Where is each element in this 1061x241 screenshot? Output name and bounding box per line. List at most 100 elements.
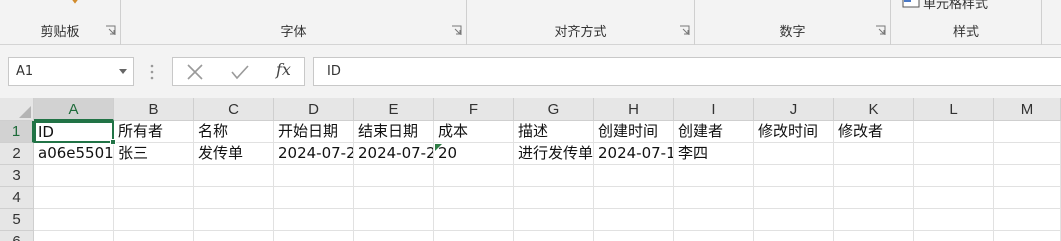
cell-k6[interactable] (834, 231, 914, 241)
cell-c3[interactable] (194, 165, 274, 187)
column-header-a[interactable]: A (34, 98, 114, 121)
cell-b1[interactable]: 所有者 (114, 121, 194, 143)
cell-j1[interactable]: 修改时间 (754, 121, 834, 143)
cell-k2[interactable] (834, 143, 914, 165)
dialog-launcher-icon[interactable] (105, 25, 116, 36)
paste-icon[interactable] (65, 0, 85, 8)
cell-b4[interactable] (114, 187, 194, 209)
cell-d3[interactable] (274, 165, 354, 187)
cell-f6[interactable] (434, 231, 514, 241)
cell-e6[interactable] (354, 231, 434, 241)
cell-k3[interactable] (834, 165, 914, 187)
chevron-down-icon[interactable] (119, 69, 127, 74)
cell-j6[interactable] (754, 231, 834, 241)
column-header-l[interactable]: L (914, 98, 994, 121)
cell-d5[interactable] (274, 209, 354, 231)
cell-styles-button[interactable]: 单元格样式 (923, 0, 988, 12)
cell-b6[interactable] (114, 231, 194, 241)
cell-c6[interactable] (194, 231, 274, 241)
cell-m6[interactable] (994, 231, 1061, 241)
spreadsheet-grid[interactable]: A B C D E F G H I J K L M 1 ID 所有者 名称 开始日期 结束日期 成本 描述 创建时间 创建者… (0, 98, 1061, 241)
row-header-6[interactable]: 6 (0, 231, 34, 241)
cell-a4[interactable] (34, 187, 114, 209)
cell-j4[interactable] (754, 187, 834, 209)
formula-input[interactable]: ID (313, 57, 1061, 86)
column-header-b[interactable]: B (114, 98, 194, 121)
cell-g6[interactable] (514, 231, 594, 241)
cell-m1[interactable] (994, 121, 1061, 143)
cell-m5[interactable] (994, 209, 1061, 231)
row-header-1[interactable]: 1 (0, 121, 34, 143)
cell-f2[interactable]: 20 (434, 143, 514, 165)
cell-l5[interactable] (914, 209, 994, 231)
cancel-icon[interactable] (185, 63, 205, 81)
cell-f4[interactable] (434, 187, 514, 209)
cell-a2[interactable]: a06e55017 (34, 143, 114, 165)
cell-d2[interactable]: 2024-07-2 (274, 143, 354, 165)
cell-g3[interactable] (514, 165, 594, 187)
cell-e1[interactable]: 结束日期 (354, 121, 434, 143)
column-header-g[interactable]: G (514, 98, 594, 121)
cell-l1[interactable] (914, 121, 994, 143)
cell-i2[interactable]: 李四 (674, 143, 754, 165)
cell-g2[interactable]: 进行发传单 (514, 143, 594, 165)
cell-c1[interactable]: 名称 (194, 121, 274, 143)
cell-j5[interactable] (754, 209, 834, 231)
column-header-e[interactable]: E (354, 98, 434, 121)
cell-h1[interactable]: 创建时间 (594, 121, 674, 143)
row-header-2[interactable]: 2 (0, 143, 34, 165)
cell-l6[interactable] (914, 231, 994, 241)
drag-handle-icon[interactable] (150, 63, 154, 81)
active-cell[interactable]: ID (34, 121, 114, 143)
cell-j3[interactable] (754, 165, 834, 187)
cell-a3[interactable] (34, 165, 114, 187)
cell-b2[interactable]: 张三 (114, 143, 194, 165)
cell-k4[interactable] (834, 187, 914, 209)
cell-h5[interactable] (594, 209, 674, 231)
cell-c5[interactable] (194, 209, 274, 231)
column-header-k[interactable]: K (834, 98, 914, 121)
cell-f1[interactable]: 成本 (434, 121, 514, 143)
select-all-button[interactable] (0, 98, 34, 121)
column-header-h[interactable]: H (594, 98, 674, 121)
cell-f5[interactable] (434, 209, 514, 231)
row-header-3[interactable]: 3 (0, 165, 34, 187)
cell-g4[interactable] (514, 187, 594, 209)
row-header-4[interactable]: 4 (0, 187, 34, 209)
fill-handle[interactable] (110, 139, 116, 145)
cell-styles-icon[interactable] (902, 0, 920, 8)
cell-k1[interactable]: 修改者 (834, 121, 914, 143)
cell-d6[interactable] (274, 231, 354, 241)
cell-i3[interactable] (674, 165, 754, 187)
cell-l2[interactable] (914, 143, 994, 165)
cell-b5[interactable] (114, 209, 194, 231)
name-box[interactable]: A1 (8, 57, 134, 86)
column-header-d[interactable]: D (274, 98, 354, 121)
cell-j2[interactable] (754, 143, 834, 165)
cell-a5[interactable] (34, 209, 114, 231)
cell-k5[interactable] (834, 209, 914, 231)
cell-i4[interactable] (674, 187, 754, 209)
cell-e2[interactable]: 2024-07-2 (354, 143, 434, 165)
error-indicator-icon[interactable] (435, 144, 442, 151)
column-header-f[interactable]: F (434, 98, 514, 121)
cell-m2[interactable] (994, 143, 1061, 165)
cell-m4[interactable] (994, 187, 1061, 209)
cell-g1[interactable]: 描述 (514, 121, 594, 143)
cell-d1[interactable]: 开始日期 (274, 121, 354, 143)
cell-h3[interactable] (594, 165, 674, 187)
dialog-launcher-icon[interactable] (679, 25, 690, 36)
cell-e3[interactable] (354, 165, 434, 187)
cell-h4[interactable] (594, 187, 674, 209)
enter-check-icon[interactable] (230, 63, 250, 81)
dialog-launcher-icon[interactable] (875, 25, 886, 36)
cell-h2[interactable]: 2024-07-1 (594, 143, 674, 165)
cell-h6[interactable] (594, 231, 674, 241)
column-header-c[interactable]: C (194, 98, 274, 121)
column-header-m[interactable]: M (994, 98, 1061, 121)
cell-m3[interactable] (994, 165, 1061, 187)
cell-l4[interactable] (914, 187, 994, 209)
insert-function-button[interactable]: fx (276, 60, 291, 79)
cell-g5[interactable] (514, 209, 594, 231)
cell-a6[interactable] (34, 231, 114, 241)
